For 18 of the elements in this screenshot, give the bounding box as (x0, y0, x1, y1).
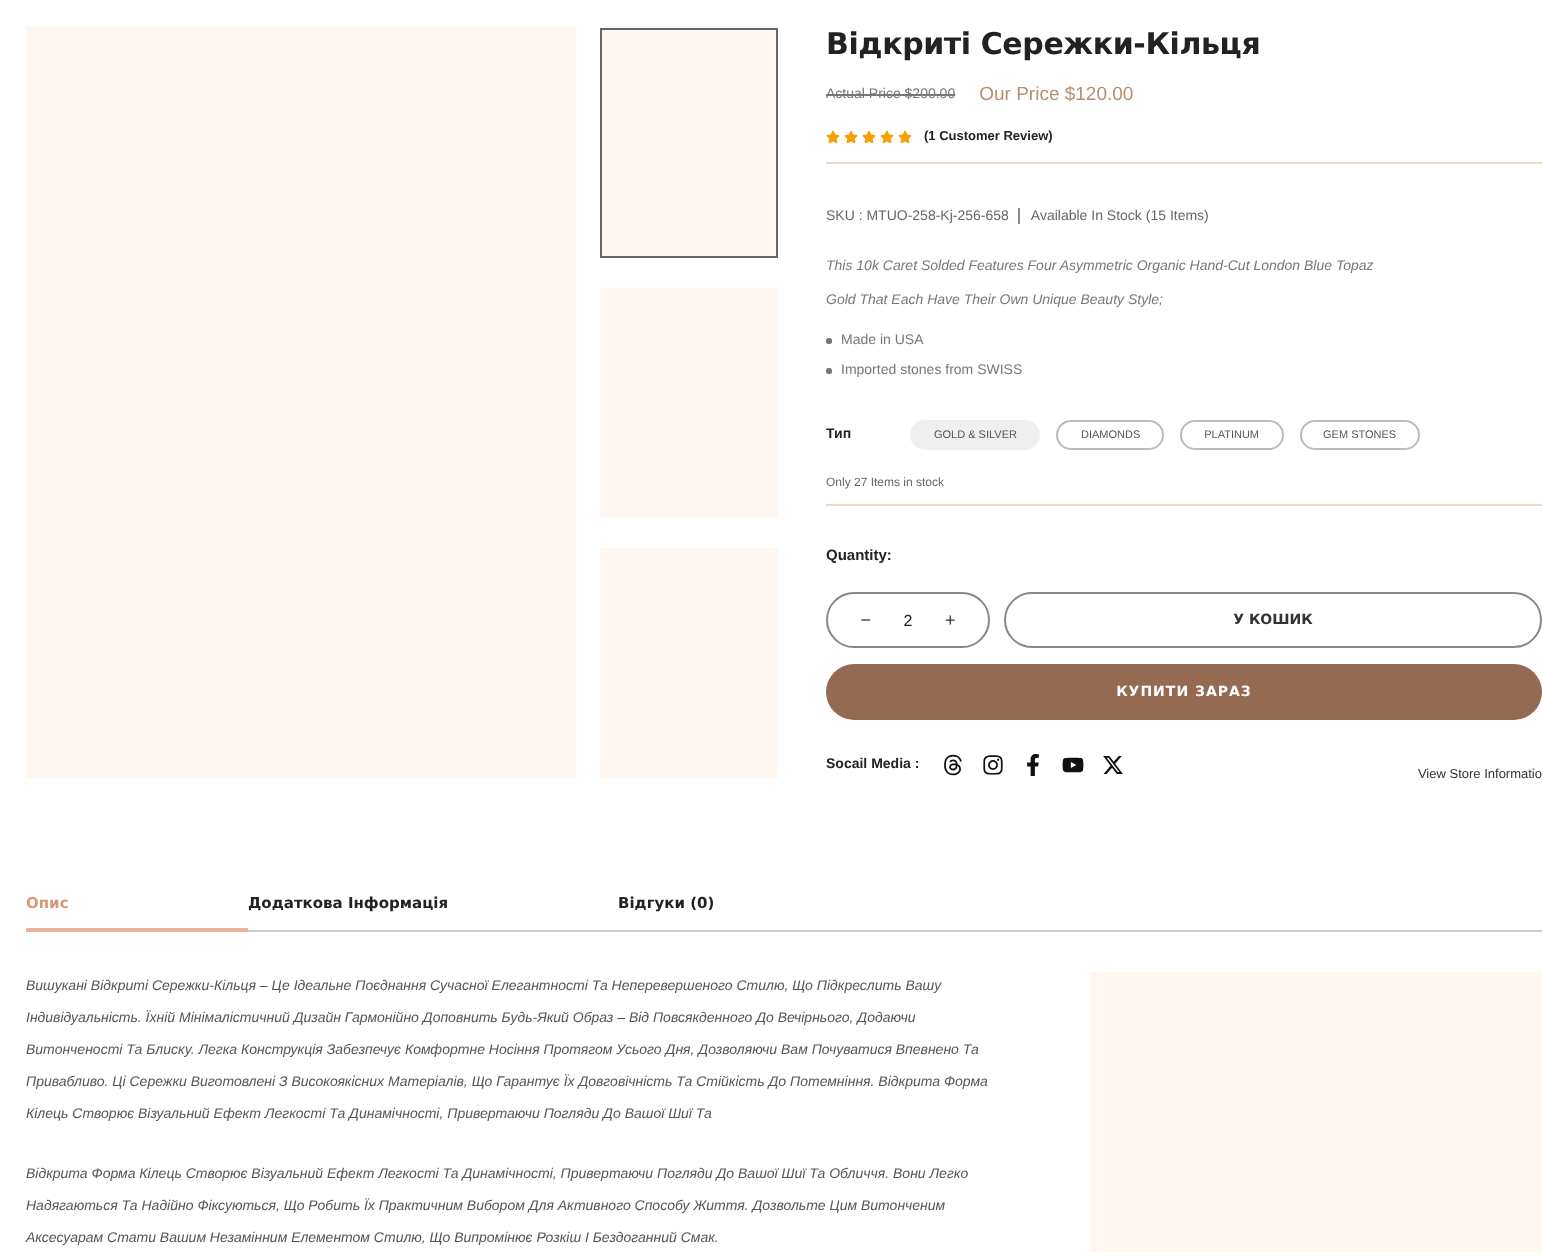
plus-button[interactable]: + (938, 610, 962, 630)
product-title: Відкриті Сережки-Кільця (826, 26, 1263, 62)
quantity-value: 2 (903, 611, 913, 629)
x-icon[interactable] (1101, 754, 1124, 776)
instagram-icon[interactable] (981, 754, 1004, 776)
star-icon (862, 130, 876, 144)
youtube-icon[interactable] (1061, 754, 1084, 776)
threads-icon[interactable] (941, 754, 964, 776)
thumbnail[interactable] (600, 28, 778, 258)
price: Our Price $120.00 (979, 84, 1134, 106)
minus-button[interactable]: − (854, 610, 878, 630)
facebook-icon[interactable] (1021, 754, 1044, 776)
bullet-icon (826, 338, 831, 344)
star-icon (898, 130, 912, 144)
star-icon (880, 130, 894, 144)
bullet-icon (826, 368, 831, 374)
star-icon (826, 130, 840, 144)
star-icon (844, 130, 858, 144)
